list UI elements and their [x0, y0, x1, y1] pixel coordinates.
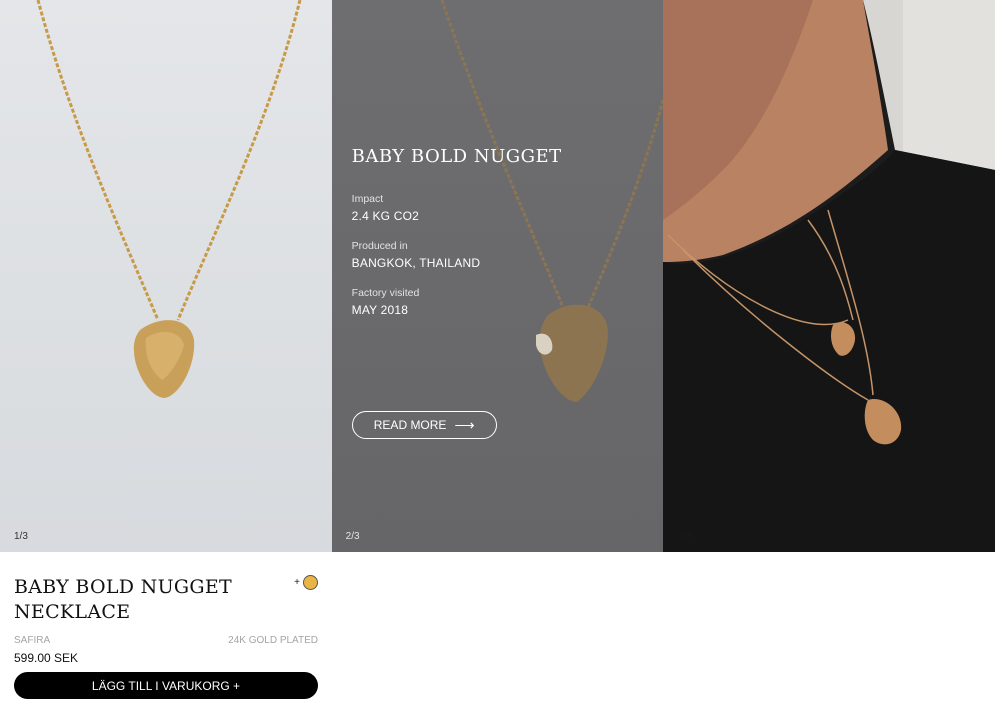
model-wearing-necklace-image [663, 0, 995, 552]
gold-color-swatch[interactable] [303, 575, 318, 590]
gallery-slide-3[interactable]: 3/3 [663, 0, 995, 552]
arrow-right-icon: ⟶ [454, 417, 475, 433]
product-subrow: SAFIRA 24K GOLD PLATED [14, 635, 318, 646]
slide-counter: 3/3 [677, 531, 692, 542]
sustainability-info: BABY BOLD NUGGET Impact 2.4 KG CO2 Produ… [352, 146, 642, 334]
produced-meta: Produced in BANGKOK, THAILAND [352, 240, 642, 270]
product-details: BABY BOLD NUGGET NECKLACE + SAFIRA 24K G… [14, 575, 318, 699]
plus-icon[interactable]: + [294, 577, 300, 588]
add-to-cart-button[interactable]: LÄGG TILL I VARUKORG + [14, 672, 318, 699]
product-price: 599.00 SEK [14, 651, 79, 665]
impact-meta: Impact 2.4 KG CO2 [352, 193, 642, 223]
slide-counter: 1/3 [14, 531, 28, 542]
gallery-slide-2[interactable]: BABY BOLD NUGGET Impact 2.4 KG CO2 Produ… [331, 0, 664, 552]
impact-value: 2.4 KG CO2 [351, 209, 420, 223]
brand-label: SAFIRA [14, 635, 51, 646]
slide-counter: 2/3 [345, 531, 360, 542]
produced-label: Produced in [351, 240, 408, 252]
info-title: BABY BOLD NUGGET [351, 146, 562, 167]
gallery-slide-1[interactable]: 1/3 [0, 0, 332, 552]
material-label: 24K GOLD PLATED [228, 635, 318, 646]
factory-label: Factory visited [351, 287, 420, 299]
read-more-button[interactable]: READ MORE ⟶ [351, 411, 497, 439]
color-swatch-group[interactable]: + [294, 575, 318, 590]
factory-meta: Factory visited MAY 2018 [352, 287, 642, 317]
image-gallery: 1/3 BABY BOLD NUGGET Impact 2.4 KG CO2 P… [0, 0, 995, 552]
read-more-label: READ MORE [373, 418, 447, 432]
factory-value: MAY 2018 [351, 303, 409, 317]
product-title: BABY BOLD NUGGET NECKLACE [14, 576, 233, 623]
produced-value: BANGKOK, THAILAND [351, 256, 481, 270]
impact-label: Impact [351, 193, 384, 205]
necklace-product-image [36, 0, 302, 398]
